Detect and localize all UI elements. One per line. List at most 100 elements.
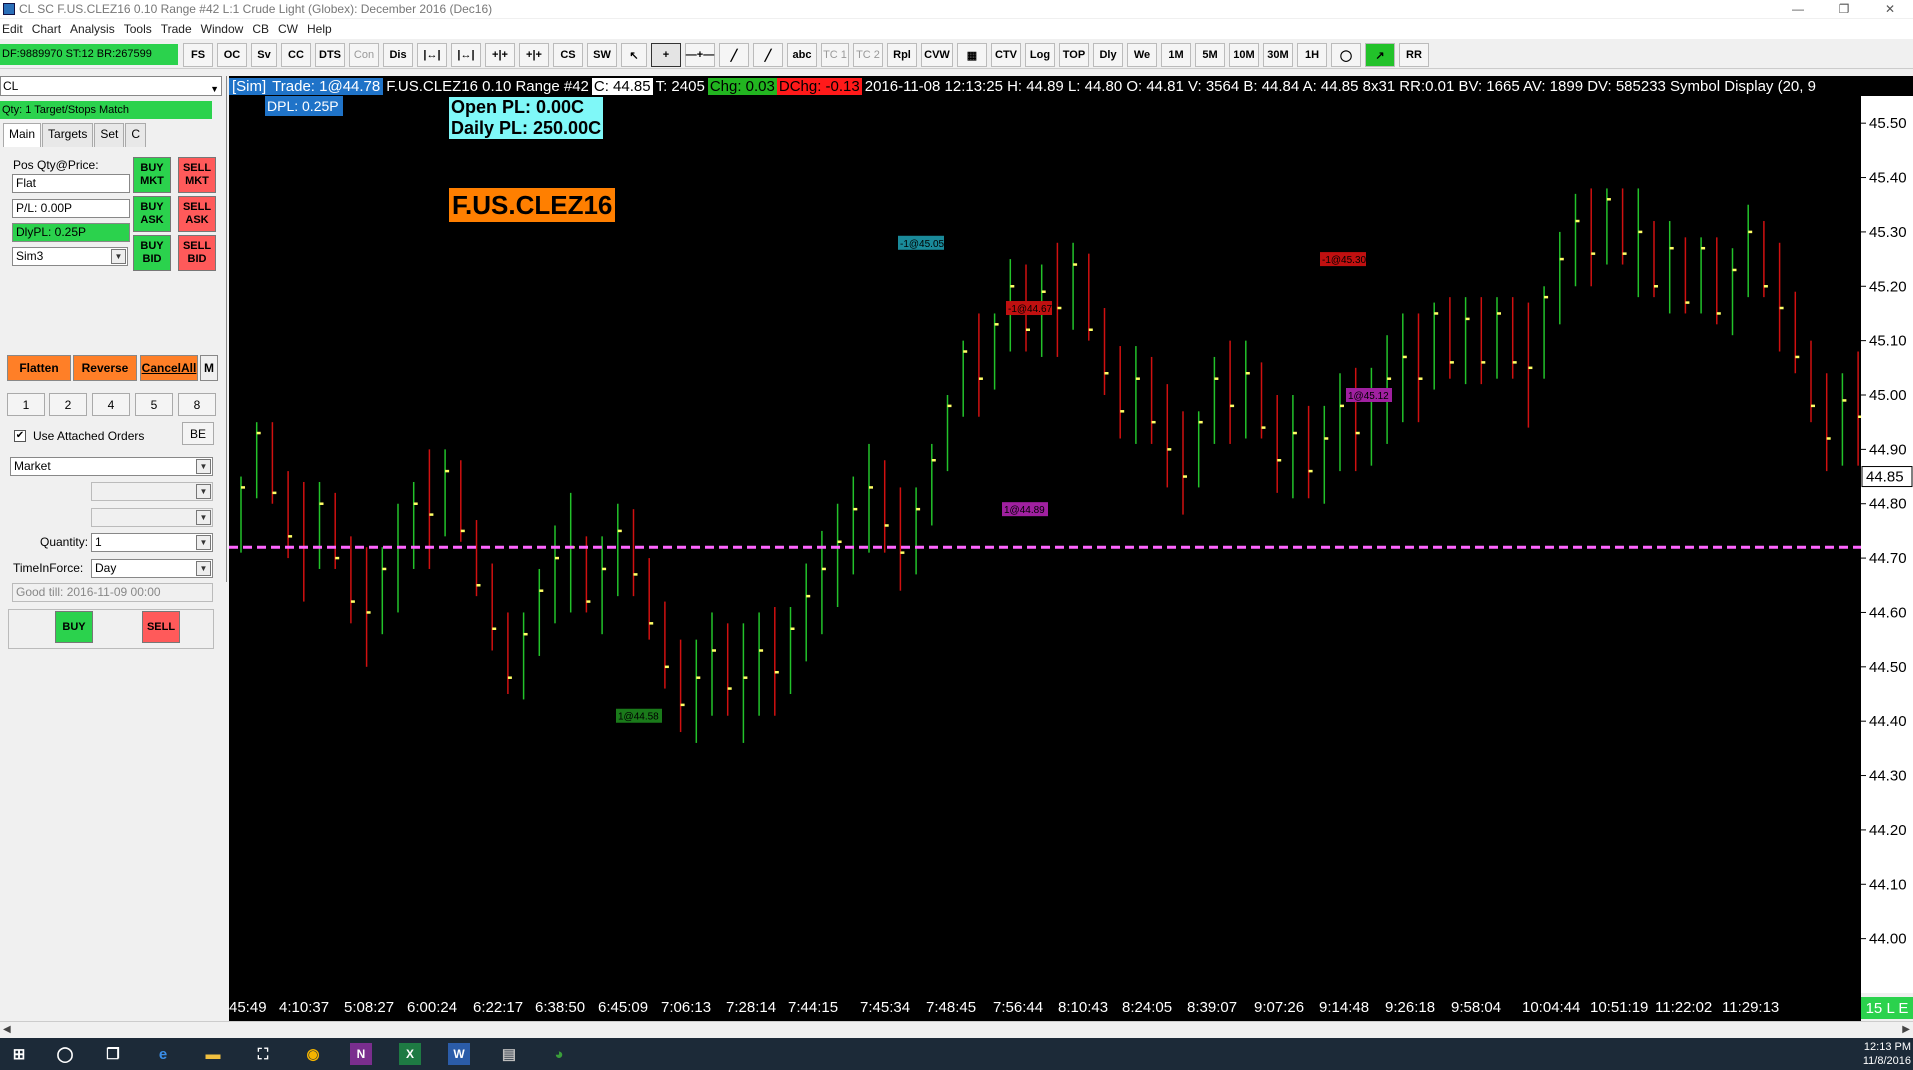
toolbar-button-24[interactable]: CTV <box>991 43 1021 67</box>
toolbar-button-1[interactable]: OC <box>217 43 247 67</box>
toolbar-button-6[interactable]: Dis <box>383 43 413 67</box>
toolbar-button-16[interactable]: ╱ <box>719 43 749 67</box>
time-axis[interactable]: 45:49 4:10:37 5:08:27 6:00:24 6:22:17 6:38:50… <box>229 993 1861 1021</box>
menu-analysis[interactable]: Analysis <box>70 22 122 36</box>
m-button[interactable]: M <box>200 355 218 381</box>
toolbar-button-20[interactable]: TC 2 <box>853 43 883 67</box>
quantity-field[interactable]: 1 ▼ <box>91 533 213 552</box>
tif-selector[interactable]: Day ▼ <box>91 559 213 578</box>
toolbar-button-4[interactable]: DTS <box>315 43 345 67</box>
toolbar-button-2[interactable]: Sv <box>251 43 277 67</box>
toolbar-button-27[interactable]: Dly <box>1093 43 1123 67</box>
toolbar-button-9[interactable]: +|+ <box>485 43 515 67</box>
menu-edit[interactable]: Edit <box>2 22 30 36</box>
chevron-down-icon[interactable]: ▼ <box>196 484 211 499</box>
remote-desktop-icon[interactable]: ▤ <box>498 1043 520 1065</box>
toolbar-button-32[interactable]: 30M <box>1263 43 1293 67</box>
sell-bid-button[interactable]: SELL BID <box>178 235 216 271</box>
chevron-down-icon[interactable]: ▼ <box>196 510 211 525</box>
toolbar-button-7[interactable]: |↔| <box>417 43 447 67</box>
word-icon[interactable]: W <box>448 1043 470 1065</box>
price-axis[interactable]: 45.50 45.40 45.30 45.20 45.10 45.00 44.90 44.80… <box>1861 96 1913 993</box>
menu-chart[interactable]: Chart <box>32 22 68 36</box>
file-explorer-icon[interactable]: ▬ <box>202 1043 224 1065</box>
menu-cb[interactable]: CB <box>252 22 276 36</box>
search-icon[interactable]: ◯ <box>54 1043 76 1065</box>
toolbar-button-35[interactable]: ↗ <box>1365 43 1395 67</box>
toolbar-button-3[interactable]: CC <box>281 43 311 67</box>
store-icon[interactable]: ⛶ <box>252 1043 274 1065</box>
horizontal-scrollbar[interactable]: ◀ ▶ <box>0 1021 1913 1038</box>
symbol-selector[interactable]: CL ▼ <box>0 76 222 96</box>
price-field-1[interactable]: ▼ <box>91 482 213 501</box>
menu-help[interactable]: Help <box>307 22 339 36</box>
toolbar-button-34[interactable]: ◯ <box>1331 43 1361 67</box>
buy-ask-button[interactable]: BUY ASK <box>133 196 171 232</box>
maximize-button[interactable]: ❐ <box>1821 0 1867 18</box>
price-field-2[interactable]: ▼ <box>91 508 213 527</box>
qty-button-5[interactable]: 5 <box>135 393 173 416</box>
toolbar-button-13[interactable]: ↖ <box>621 43 647 67</box>
toolbar-button-15[interactable]: —+— <box>685 43 715 67</box>
toolbar-button-25[interactable]: Log <box>1025 43 1055 67</box>
break-even-button[interactable]: BE <box>182 422 214 445</box>
menu-trade[interactable]: Trade <box>161 22 199 36</box>
minimize-button[interactable]: — <box>1775 0 1821 18</box>
toolbar-button-14[interactable]: + <box>651 43 681 67</box>
tab-set[interactable]: Set <box>94 123 125 147</box>
chevron-down-icon[interactable]: ▼ <box>196 561 211 576</box>
toolbar-button-36[interactable]: RR <box>1399 43 1429 67</box>
buy-bid-button[interactable]: BUY BID <box>133 235 171 271</box>
tab-c[interactable]: C <box>125 123 147 147</box>
buy-button[interactable]: BUY <box>55 611 93 643</box>
close-button[interactable]: ✕ <box>1867 0 1913 18</box>
scroll-left-icon[interactable]: ◀ <box>3 1024 11 1035</box>
start-icon[interactable]: ⊞ <box>8 1043 30 1065</box>
toolbar-button-8[interactable]: |↔| <box>451 43 481 67</box>
menu-window[interactable]: Window <box>201 22 251 36</box>
tab-main[interactable]: Main <box>3 123 42 147</box>
buy-market-button[interactable]: BUY MKT <box>133 157 171 193</box>
toolbar-button-0[interactable]: FS <box>183 43 213 67</box>
excel-icon[interactable]: X <box>399 1043 421 1065</box>
toolbar-button-5[interactable]: Con <box>349 43 379 67</box>
scroll-right-icon[interactable]: ▶ <box>1902 1024 1910 1035</box>
account-selector[interactable]: Sim3 ▼ <box>12 247 128 266</box>
good-till-field[interactable]: Good till: 2016-11-09 00:00 <box>12 583 213 602</box>
qty-button-1[interactable]: 1 <box>7 393 45 416</box>
tab-targets[interactable]: Targets <box>42 123 94 147</box>
chevron-down-icon[interactable]: ▼ <box>210 80 219 98</box>
toolbar-button-11[interactable]: CS <box>553 43 583 67</box>
toolbar-button-21[interactable]: Rpl <box>887 43 917 67</box>
qty-button-2[interactable]: 2 <box>49 393 87 416</box>
edge-browser-icon[interactable]: e <box>152 1043 174 1065</box>
toolbar-button-31[interactable]: 10M <box>1229 43 1259 67</box>
sell-ask-button[interactable]: SELL ASK <box>178 196 216 232</box>
menu-tools[interactable]: Tools <box>124 22 159 36</box>
menu-cw[interactable]: CW <box>278 22 305 36</box>
toolbar-button-12[interactable]: SW <box>587 43 617 67</box>
toolbar-button-30[interactable]: 5M <box>1195 43 1225 67</box>
qty-button-4[interactable]: 4 <box>92 393 130 416</box>
use-attached-orders-checkbox[interactable]: ✔ <box>14 430 26 442</box>
chrome-icon[interactable]: ◉ <box>302 1043 324 1065</box>
chevron-down-icon[interactable]: ▼ <box>111 249 126 264</box>
sell-market-button[interactable]: SELL MKT <box>178 157 216 193</box>
task-view-icon[interactable]: ❐ <box>102 1043 124 1065</box>
toolbar-button-33[interactable]: 1H <box>1297 43 1327 67</box>
order-type-selector[interactable]: Market ▼ <box>10 457 213 476</box>
globe-app-icon[interactable]: ◕ <box>548 1043 570 1065</box>
toolbar-button-29[interactable]: 1M <box>1161 43 1191 67</box>
reverse-button[interactable]: Reverse <box>73 355 137 381</box>
cancel-all-button[interactable]: CancelAll <box>140 355 198 381</box>
system-clock[interactable]: 12:13 PM 11/8/2016 <box>1863 1040 1911 1068</box>
toolbar-button-17[interactable]: ╱ <box>753 43 783 67</box>
sell-button[interactable]: SELL <box>142 611 180 643</box>
toolbar-button-28[interactable]: We <box>1127 43 1157 67</box>
onenote-icon[interactable]: N <box>350 1043 372 1065</box>
toolbar-button-10[interactable]: +|+ <box>519 43 549 67</box>
toolbar-button-22[interactable]: CVW <box>921 43 953 67</box>
toolbar-button-19[interactable]: TC 1 <box>821 43 849 67</box>
chevron-down-icon[interactable]: ▼ <box>196 459 211 474</box>
qty-button-8[interactable]: 8 <box>178 393 216 416</box>
